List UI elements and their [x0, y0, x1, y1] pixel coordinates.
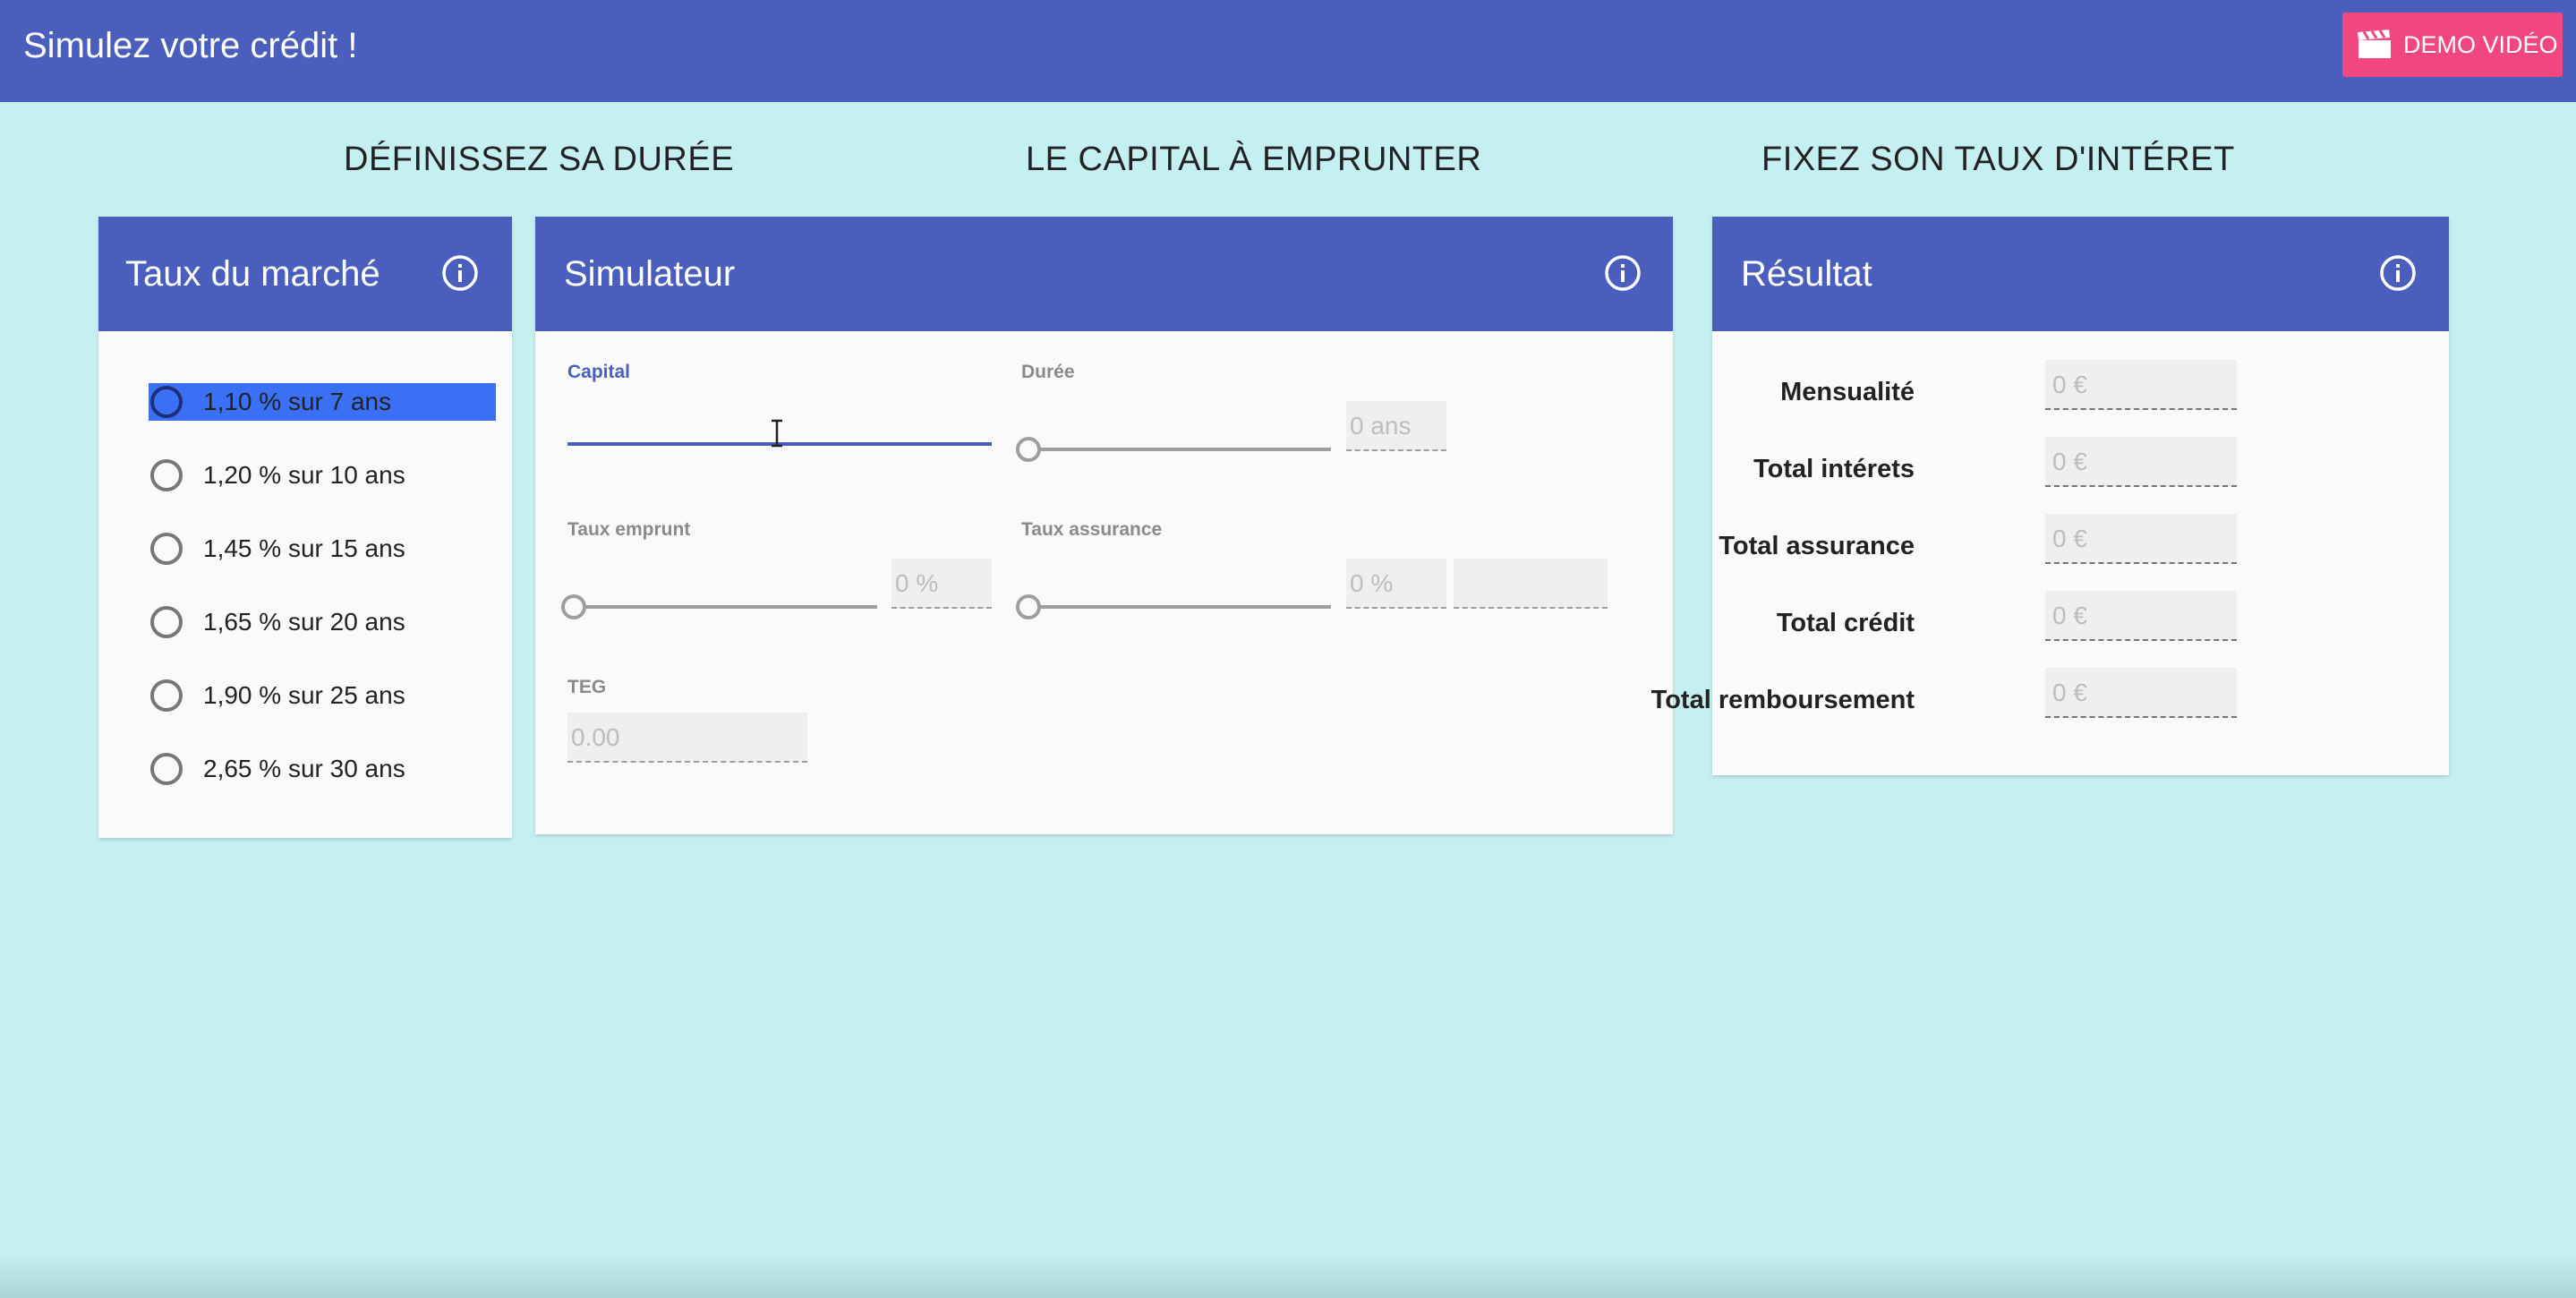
mensualite-value: 0 €	[2045, 360, 2237, 410]
teg-label: TEG	[567, 677, 607, 697]
duree-label: Durée	[1021, 362, 1075, 382]
duree-slider-track[interactable]	[1029, 448, 1331, 451]
movie-clapper-icon	[2358, 30, 2391, 58]
total-remboursement-label: Total remboursement	[1651, 686, 1915, 714]
total-assurance-value: 0 €	[2045, 514, 2237, 564]
simulator-header: Simulateur	[535, 217, 1673, 331]
result-header: Résultat	[1712, 217, 2449, 331]
app-title: Simulez votre crédit !	[23, 26, 358, 65]
radio-button[interactable]	[150, 679, 183, 712]
market-rates-card: Taux du marché 1,10 % sur 7 ans 1,20 % s…	[98, 217, 512, 838]
taux-emprunt-slider-thumb[interactable]	[561, 594, 586, 619]
total-interets-label: Total intérets	[1753, 455, 1915, 483]
taux-assurance-label: Taux assurance	[1021, 519, 1163, 540]
result-title: Résultat	[1741, 254, 1872, 294]
app-bar: Simulez votre crédit ! DEMO VIDÉO	[0, 0, 2576, 102]
taux-emprunt-slider-track[interactable]	[575, 605, 877, 609]
rate-option-label: 1,45 % sur 15 ans	[203, 534, 405, 562]
capital-label: Capital	[567, 362, 631, 382]
heading-duration: DÉFINISSEZ SA DURÉE	[344, 141, 735, 178]
rate-option-10-years[interactable]: 1,20 % sur 10 ans	[149, 457, 496, 494]
info-icon[interactable]	[440, 253, 480, 293]
mensualite-label: Mensualité	[1780, 378, 1915, 406]
rate-option-20-years[interactable]: 1,65 % sur 20 ans	[149, 603, 496, 641]
rate-option-15-years[interactable]: 1,45 % sur 15 ans	[149, 530, 496, 568]
market-rates-title: Taux du marché	[125, 254, 380, 294]
rate-option-label: 2,65 % sur 30 ans	[203, 755, 405, 782]
taux-emprunt-value-field: 0 %	[891, 559, 992, 609]
taux-assurance-slider-track[interactable]	[1029, 605, 1331, 609]
demo-video-button[interactable]: DEMO VIDÉO	[2342, 13, 2563, 77]
radio-button[interactable]	[150, 533, 183, 565]
info-icon[interactable]	[1603, 253, 1642, 293]
rate-option-label: 1,10 % sur 7 ans	[203, 388, 392, 415]
total-remboursement-value: 0 €	[2045, 668, 2237, 718]
rate-option-7-years[interactable]: 1,10 % sur 7 ans	[149, 383, 496, 421]
total-interets-value: 0 €	[2045, 437, 2237, 487]
duree-value-field: 0 ans	[1346, 401, 1446, 451]
text-cursor-icon	[772, 419, 782, 448]
taux-assurance-value-field: 0 %	[1346, 559, 1446, 609]
taux-assurance-slider-thumb[interactable]	[1016, 594, 1041, 619]
rate-option-label: 1,65 % sur 20 ans	[203, 608, 405, 636]
simulator-title: Simulateur	[564, 254, 736, 294]
radio-button[interactable]	[150, 753, 183, 785]
heading-rate: FIXEZ SON TAUX D'INTÉRET	[1761, 141, 2235, 178]
total-assurance-label: Total assurance	[1719, 532, 1915, 560]
taux-emprunt-label: Taux emprunt	[567, 519, 691, 540]
rate-option-label: 1,90 % sur 25 ans	[203, 681, 405, 709]
radio-button[interactable]	[150, 459, 183, 491]
info-icon[interactable]	[2378, 253, 2418, 293]
rate-option-25-years[interactable]: 1,90 % sur 25 ans	[149, 677, 496, 714]
duree-slider-thumb[interactable]	[1016, 437, 1041, 462]
total-credit-label: Total crédit	[1776, 609, 1915, 637]
simulator-card: Simulateur Capital Durée 0 ans Taux empr…	[535, 217, 1673, 834]
total-credit-value: 0 €	[2045, 591, 2237, 641]
rate-option-label: 1,20 % sur 10 ans	[203, 461, 405, 489]
teg-value-field: 0.00	[567, 713, 807, 763]
heading-capital: LE CAPITAL À EMPRUNTER	[1026, 141, 1482, 178]
rate-option-30-years[interactable]: 2,65 % sur 30 ans	[149, 750, 496, 788]
bottom-shadow	[0, 1253, 2576, 1298]
taux-assurance-extra-field	[1454, 559, 1608, 609]
radio-button[interactable]	[150, 606, 183, 638]
radio-button[interactable]	[150, 386, 183, 418]
demo-video-label: DEMO VIDÉO	[2403, 30, 2558, 58]
result-card: Résultat Mensualité 0 € Total intérets 0…	[1651, 217, 2449, 775]
market-rates-header: Taux du marché	[98, 217, 512, 331]
